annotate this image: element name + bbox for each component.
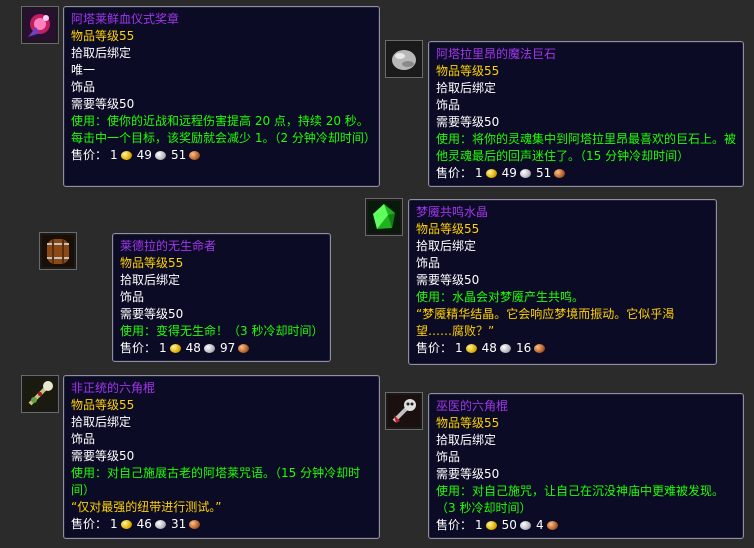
- copper-coin-icon: [534, 344, 546, 353]
- gold-amount: 1: [159, 341, 167, 355]
- silver-amount: 48: [481, 341, 497, 355]
- item-tooltip: 梦魇共鸣水晶 物品等级55 拾取后绑定 饰品 需要等级50 使用：水晶会对梦魇产…: [408, 199, 717, 365]
- gold-amount: 1: [475, 166, 483, 180]
- required-level: 需要等级50: [436, 467, 500, 481]
- item-tooltip: 非正统的六角棍 物品等级55 拾取后绑定 饰品 需要等级50 使用：对自己施展古…: [63, 375, 380, 539]
- sell-price: 售价： 1 48 97: [120, 340, 323, 357]
- use-effect: 使用：对自己施咒，让自己在沉没神庙中更难被发现。（3 秒冷却时间）: [436, 484, 725, 515]
- sell-price: 售价： 1 49 51: [71, 147, 372, 164]
- silver-coin-icon: [203, 344, 215, 353]
- item-tooltip: 阿塔拉里昂的魔法巨石 物品等级55 拾取后绑定 饰品 需要等级50 使用：将你的…: [428, 41, 744, 187]
- price-label: 售价：: [71, 148, 108, 162]
- required-level: 需要等级50: [416, 273, 480, 287]
- item-name[interactable]: 非正统的六角棍: [71, 380, 372, 397]
- item-type: 饰品: [436, 98, 461, 112]
- price-label: 售价：: [436, 166, 473, 180]
- item-tooltip: 巫医的六角棍 物品等级55 拾取后绑定 饰品 需要等级50 使用：对自己施咒，让…: [428, 393, 744, 539]
- binding: 拾取后绑定: [436, 433, 497, 447]
- gold-coin-icon: [485, 169, 497, 178]
- copper-coin-icon: [238, 344, 250, 353]
- sell-price: 售价： 1 46 31: [71, 516, 372, 533]
- flavor-text: “仅对最强的纽带进行测试。”: [71, 500, 222, 514]
- item-level: 物品等级55: [436, 64, 500, 78]
- gold-coin-icon: [120, 520, 132, 529]
- silver-amount: 49: [501, 166, 517, 180]
- copper-amount: 97: [219, 341, 236, 355]
- item-name[interactable]: 莱德拉的无生命者: [120, 238, 323, 255]
- witch-doctor-stick-icon[interactable]: [385, 392, 423, 430]
- gold-coin-icon: [120, 151, 132, 160]
- flavor-text: “梦魇精华结晶。它会响应梦境而振动。它似乎渴望……腐败？”: [416, 307, 675, 338]
- silver-amount: 48: [185, 341, 201, 355]
- copper-coin-icon: [189, 520, 201, 529]
- price-label: 售价：: [436, 518, 473, 532]
- copper-amount: 31: [170, 517, 187, 531]
- binding: 拾取后绑定: [71, 46, 132, 60]
- silver-coin-icon: [499, 344, 511, 353]
- silver-coin-icon: [154, 520, 166, 529]
- copper-coin-icon: [546, 521, 558, 530]
- silver-amount: 50: [501, 518, 517, 532]
- enchanted-boulder-icon[interactable]: [385, 40, 423, 78]
- sell-price: 售价： 1 48 16: [416, 340, 709, 357]
- silver-coin-icon: [519, 521, 531, 530]
- binding: 拾取后绑定: [120, 273, 181, 287]
- item-name[interactable]: 阿塔拉里昂的魔法巨石: [436, 46, 736, 63]
- price-label: 售价：: [416, 341, 453, 355]
- blood-ritual-medallion-icon[interactable]: [21, 6, 59, 44]
- item-level: 物品等级55: [120, 256, 184, 270]
- item-name[interactable]: 阿塔莱鲜血仪式奖章: [71, 11, 372, 28]
- use-effect: 使用：使你的近战和远程伤害提高 20 点，持续 20 秒。每击中一个目标，该奖励…: [71, 114, 376, 145]
- sell-price: 售价： 1 50 4: [436, 517, 736, 534]
- binding: 拾取后绑定: [71, 415, 132, 429]
- hex-stick-icon[interactable]: [21, 375, 59, 413]
- copper-amount: 4: [535, 518, 544, 532]
- gold-coin-icon: [465, 344, 477, 353]
- price-label: 售价：: [120, 341, 157, 355]
- gold-amount: 1: [110, 148, 118, 162]
- item-tooltip: 莱德拉的无生命者 物品等级55 拾取后绑定 饰品 需要等级50 使用：变得无生命…: [112, 233, 331, 362]
- gold-amount: 1: [110, 517, 118, 531]
- copper-coin-icon: [554, 169, 566, 178]
- barrel-icon[interactable]: [39, 232, 77, 270]
- required-level: 需要等级50: [436, 115, 500, 129]
- sell-price: 售价： 1 49 51: [436, 165, 736, 182]
- use-effect: 使用：变得无生命！（3 秒冷却时间）: [120, 324, 324, 338]
- green-crystal-icon[interactable]: [365, 198, 403, 236]
- binding: 拾取后绑定: [416, 239, 477, 253]
- use-effect: 使用：水晶会对梦魇产生共鸣。: [416, 290, 585, 304]
- item-level: 物品等级55: [71, 398, 135, 412]
- gold-coin-icon: [169, 344, 181, 353]
- item-name[interactable]: 梦魇共鸣水晶: [416, 204, 709, 221]
- item-level: 物品等级55: [416, 222, 480, 236]
- binding: 拾取后绑定: [436, 81, 497, 95]
- silver-coin-icon: [519, 169, 531, 178]
- copper-amount: 51: [535, 166, 552, 180]
- copper-amount: 16: [515, 341, 532, 355]
- item-tooltip: 阿塔莱鲜血仪式奖章 物品等级55 拾取后绑定 唯一 饰品 需要等级50 使用：使…: [63, 6, 380, 187]
- item-type: 饰品: [71, 432, 96, 446]
- item-level: 物品等级55: [71, 29, 135, 43]
- item-level: 物品等级55: [436, 416, 500, 430]
- price-label: 售价：: [71, 517, 108, 531]
- silver-amount: 49: [136, 148, 152, 162]
- required-level: 需要等级50: [120, 307, 184, 321]
- gold-amount: 1: [455, 341, 463, 355]
- item-type: 饰品: [71, 80, 96, 94]
- item-type: 饰品: [120, 290, 145, 304]
- gold-amount: 1: [475, 518, 483, 532]
- copper-amount: 51: [170, 148, 187, 162]
- item-type: 饰品: [436, 450, 461, 464]
- gold-coin-icon: [485, 521, 497, 530]
- unique-label: 唯一: [71, 63, 96, 77]
- required-level: 需要等级50: [71, 97, 135, 111]
- silver-amount: 46: [136, 517, 152, 531]
- item-name[interactable]: 巫医的六角棍: [436, 398, 736, 415]
- use-effect: 使用：对自己施展古老的阿塔莱咒语。（15 分钟冷却时间）: [71, 466, 361, 497]
- required-level: 需要等级50: [71, 449, 135, 463]
- use-effect: 使用：将你的灵魂集中到阿塔拉里昂最喜欢的巨石上。被他灵魂最后的回声迷住了。（15…: [436, 132, 737, 163]
- silver-coin-icon: [154, 151, 166, 160]
- item-type: 饰品: [416, 256, 441, 270]
- copper-coin-icon: [189, 151, 201, 160]
